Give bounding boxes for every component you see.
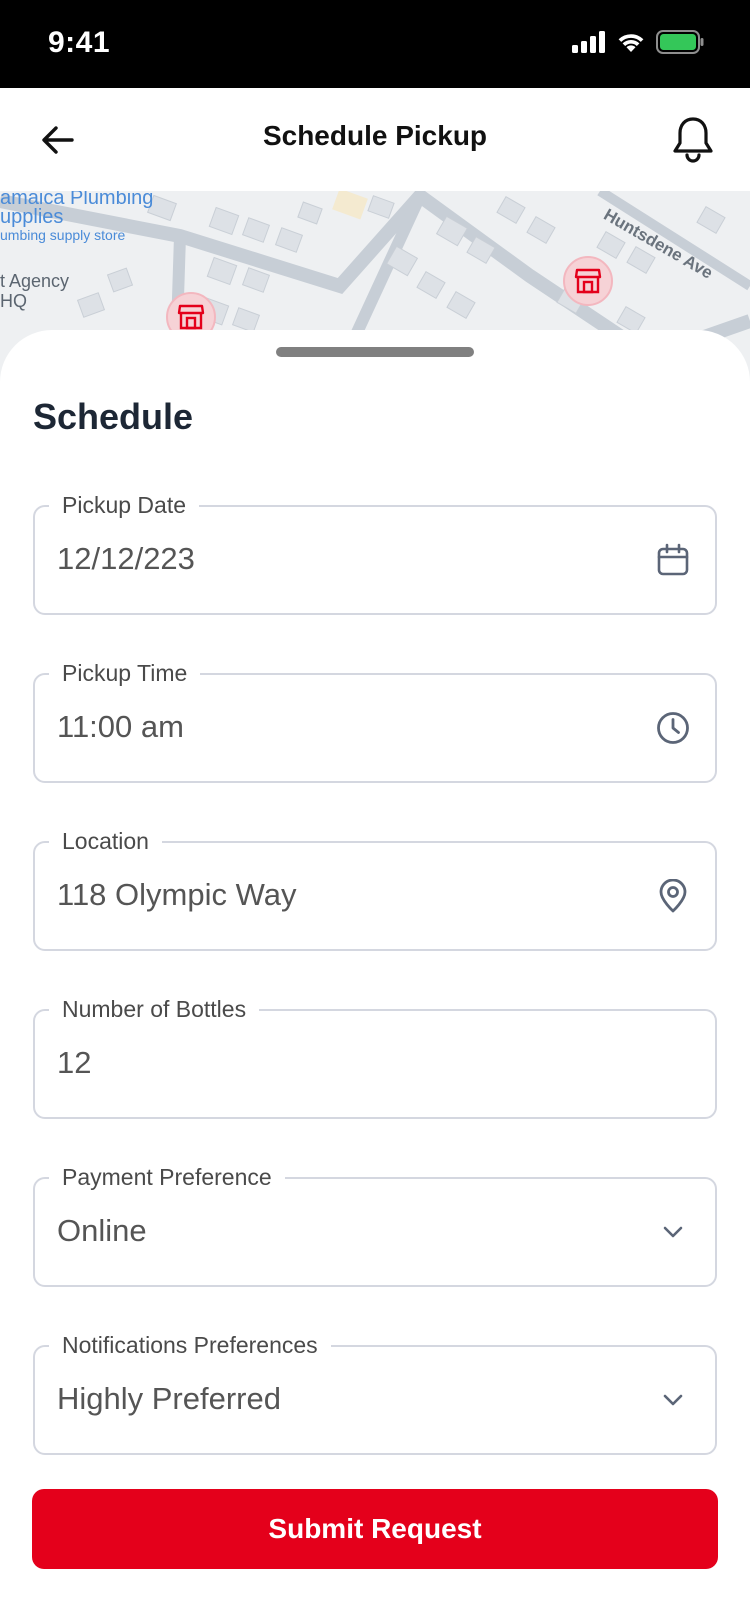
- payment-preference-select[interactable]: Payment Preference Online: [33, 1163, 717, 1287]
- status-icons: [572, 30, 704, 54]
- battery-icon: [656, 30, 704, 54]
- map-label: upplies: [0, 206, 64, 228]
- field-label: Location: [49, 827, 162, 855]
- status-bar: 9:41: [0, 0, 750, 88]
- clock-icon[interactable]: [655, 710, 691, 746]
- wifi-icon: [618, 34, 644, 52]
- bottles-field[interactable]: Number of Bottles 12: [33, 995, 717, 1119]
- pickup-time-value: 11:00 am: [57, 709, 184, 744]
- schedule-sheet: Schedule Pickup Date 12/12/223 Pickup Ti…: [0, 330, 750, 1624]
- notifications-preference-value: Highly Preferred: [57, 1381, 281, 1416]
- map-label: HQ: [0, 291, 27, 311]
- calendar-icon[interactable]: [655, 542, 691, 578]
- pickup-date-field[interactable]: Pickup Date 12/12/223: [33, 491, 717, 615]
- submit-request-button[interactable]: Submit Request: [32, 1489, 718, 1569]
- chevron-down-icon[interactable]: [655, 1382, 691, 1418]
- field-label: Payment Preference: [49, 1163, 285, 1191]
- location-value: 118 Olympic Way: [57, 877, 297, 912]
- notifications-button[interactable]: [666, 112, 720, 166]
- map-pin[interactable]: [563, 256, 613, 306]
- drag-handle[interactable]: [276, 347, 474, 357]
- field-label: Notifications Preferences: [49, 1331, 331, 1359]
- map-label: t Agency: [0, 271, 70, 291]
- pickup-date-value: 12/12/223: [57, 541, 195, 576]
- signal-icon: [572, 31, 605, 53]
- status-time: 9:41: [48, 26, 111, 59]
- payment-preference-value: Online: [57, 1213, 147, 1248]
- bell-icon: [673, 117, 713, 163]
- pickup-time-field[interactable]: Pickup Time 11:00 am: [33, 659, 717, 783]
- chevron-down-icon[interactable]: [655, 1214, 691, 1250]
- page-title: Schedule Pickup: [262, 120, 488, 151]
- store-icon: [177, 304, 205, 330]
- section-title: Schedule: [33, 396, 194, 437]
- map-label: umbing supply store: [0, 227, 126, 243]
- bottles-value: 12: [57, 1045, 92, 1080]
- field-label: Pickup Date: [49, 491, 200, 519]
- store-icon: [574, 268, 602, 294]
- field-label: Number of Bottles: [49, 995, 260, 1023]
- field-label: Pickup Time: [49, 659, 201, 687]
- app-header: Schedule Pickup: [0, 88, 750, 191]
- location-field[interactable]: Location 118 Olympic Way: [33, 827, 717, 951]
- location-pin-icon[interactable]: [655, 878, 691, 914]
- notifications-preference-select[interactable]: Notifications Preferences Highly Preferr…: [33, 1331, 717, 1455]
